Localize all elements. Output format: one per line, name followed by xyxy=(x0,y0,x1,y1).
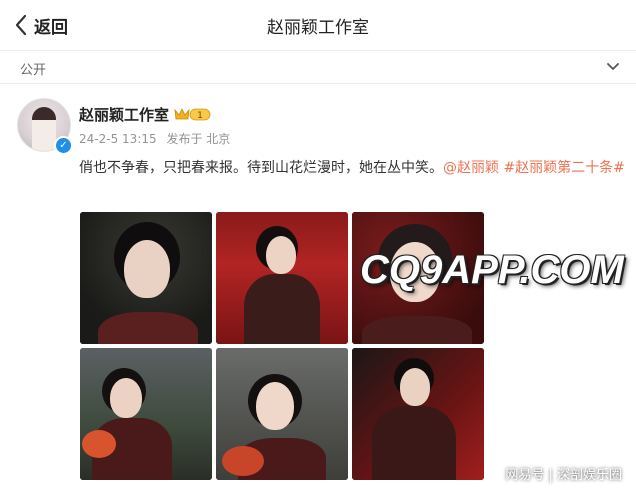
post-photo-6[interactable] xyxy=(352,348,484,480)
post-photo-5[interactable] xyxy=(216,348,348,480)
hashtag-link[interactable]: #赵丽颖第二十条# xyxy=(503,160,624,176)
post-location: 发布于 北京 xyxy=(166,132,231,146)
post-text: 俏也不争春，只把春来报。待到山花烂漫时，她在丛中笑。@赵丽颖 #赵丽颖第二十条# xyxy=(79,156,627,180)
member-crown-icon: 1 xyxy=(174,108,211,121)
watermark-text: CQ9APP.COM xyxy=(360,248,624,292)
post-photo-4[interactable] xyxy=(80,348,212,480)
mention-link[interactable]: @赵丽颖 xyxy=(443,160,499,176)
post-body: 俏也不争春，只把春来报。待到山花烂漫时，她在丛中笑。 xyxy=(79,160,443,176)
avatar-figure xyxy=(32,107,56,151)
post-meta: 24-2-5 13:15 发布于 北京 xyxy=(79,130,230,147)
member-level: 1 xyxy=(197,111,203,121)
source-credit: 网易号 | 深剖娱乐圈 xyxy=(505,468,622,483)
post-date: 24-2-5 13:15 xyxy=(79,132,157,146)
top-bar: 返回 赵丽颖工作室 xyxy=(0,0,636,51)
visibility-selector[interactable]: 公开 xyxy=(0,51,636,84)
page-title: 赵丽颖工作室 xyxy=(267,18,369,38)
visibility-label: 公开 xyxy=(20,63,47,78)
chevron-down-icon xyxy=(607,63,619,70)
post-photo-2[interactable] xyxy=(216,212,348,344)
author-name[interactable]: 赵丽颖工作室 xyxy=(79,104,169,125)
verified-icon: ✓ xyxy=(54,136,73,155)
post-photo-1[interactable] xyxy=(80,212,212,344)
